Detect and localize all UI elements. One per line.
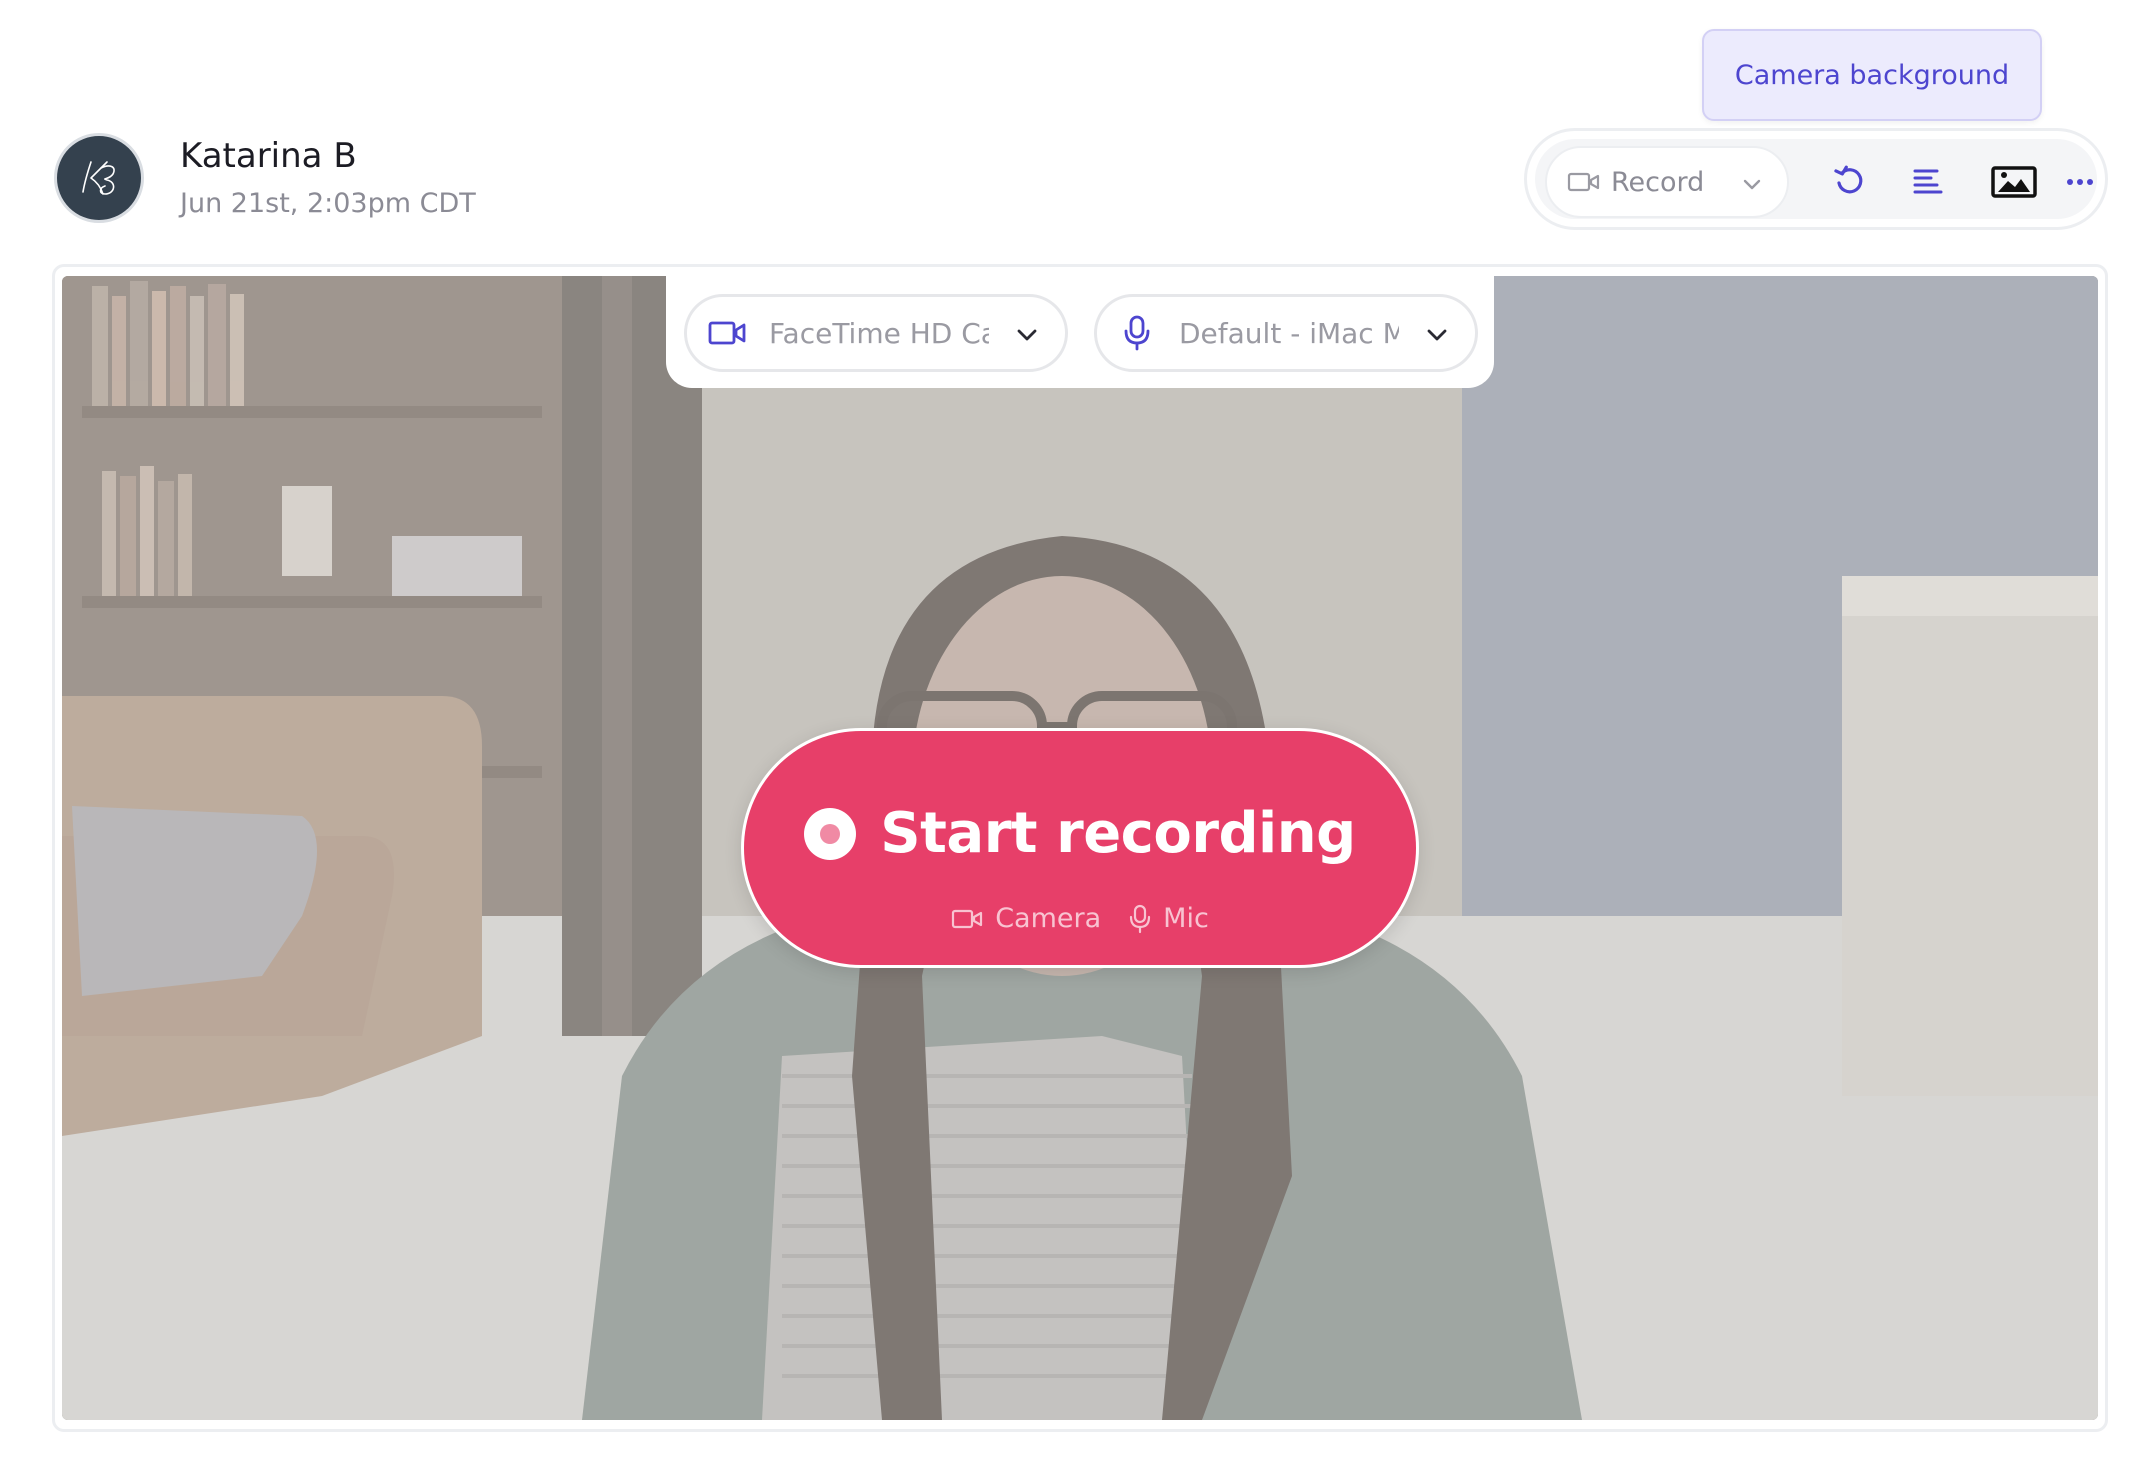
chevron-down-icon — [1427, 329, 1447, 341]
undo-button[interactable] — [1825, 157, 1875, 207]
camera-status: Camera — [951, 903, 1101, 934]
image-icon — [1991, 166, 2037, 198]
user-name: Katarina B — [180, 136, 357, 176]
start-recording-label: Start recording — [880, 801, 1356, 866]
more-options-button[interactable] — [2055, 157, 2105, 207]
microphone-select-value: Default - iMac Microphone — [1179, 316, 1399, 350]
mic-status: Mic — [1129, 903, 1209, 934]
teleprompter-button[interactable] — [1903, 157, 1953, 207]
camera-background-button[interactable] — [1989, 157, 2039, 207]
start-recording-button[interactable]: Start recording Camera Mic — [741, 728, 1419, 968]
record-dot-icon — [804, 807, 857, 860]
camera-icon — [708, 321, 746, 345]
more-icon — [2067, 179, 2093, 185]
avatar — [54, 133, 144, 223]
chevron-down-icon — [1743, 179, 1761, 190]
camera-status-label: Camera — [995, 903, 1102, 934]
microphone-icon — [1130, 904, 1151, 933]
record-mode-label: Record — [1611, 166, 1705, 198]
camera-background-tooltip: Camera background — [1702, 29, 2042, 121]
signature-initials-icon — [82, 161, 115, 195]
chevron-down-icon — [1017, 329, 1037, 341]
undo-icon — [1834, 165, 1863, 194]
camera-icon — [1567, 172, 1600, 192]
recording-page: Katarina B Jun 21st, 2:03pm CDT Camera b… — [0, 0, 2132, 1462]
toolbar: Record — [1524, 128, 2108, 230]
camera-select-value: FaceTime HD Camera — [769, 316, 989, 350]
text-align-icon — [1913, 169, 1943, 194]
recording-timestamp: Jun 21st, 2:03pm CDT — [180, 188, 476, 219]
device-selector-panel: FaceTime HD Camera Default - iMac Microp… — [666, 276, 1494, 388]
toolbar-inner: Record — [1535, 139, 2097, 219]
record-mode-dropdown[interactable]: Record — [1545, 146, 1789, 218]
microphone-select[interactable]: Default - iMac Microphone — [1094, 294, 1478, 372]
start-recording-devices: Camera Mic — [744, 903, 1416, 934]
start-recording-main: Start recording — [744, 801, 1416, 866]
mic-status-label: Mic — [1163, 903, 1209, 934]
microphone-icon — [1124, 315, 1150, 351]
camera-select[interactable]: FaceTime HD Camera — [684, 294, 1068, 372]
camera-icon — [952, 909, 983, 928]
